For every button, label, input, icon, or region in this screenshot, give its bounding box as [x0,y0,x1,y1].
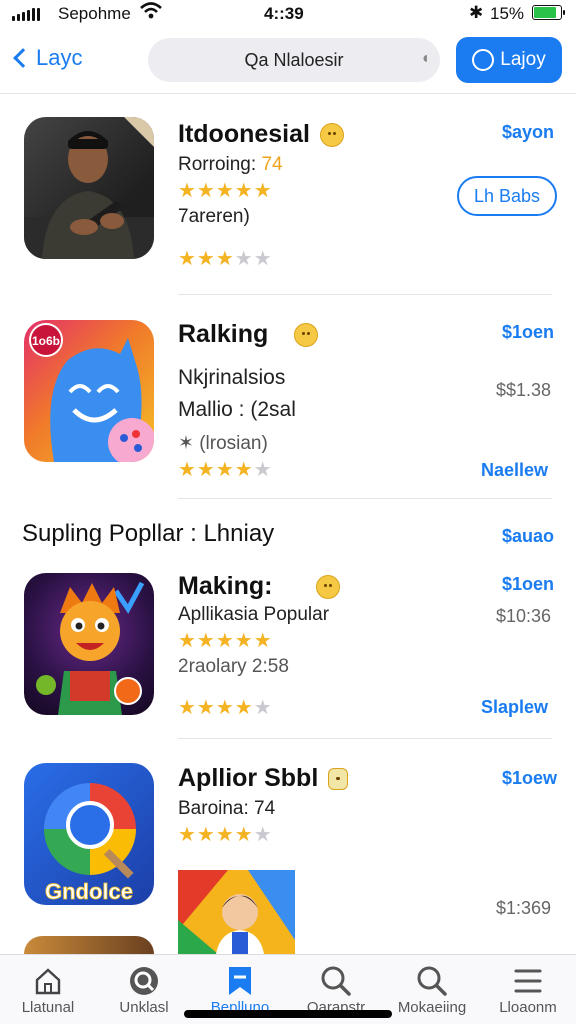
search-icon [288,963,384,999]
search-text: Qa Nlaloesir [244,49,344,70]
battery-icon [532,5,565,20]
app-link[interactable]: $1oew [502,768,557,789]
view-link[interactable]: Slaplew [481,697,548,718]
app-info-line: Baroina: 74 [178,798,276,819]
app-info-line: Apllikasia Popular [178,604,330,625]
smiley-icon [328,768,349,791]
app-price: $10:36 [496,606,552,626]
smiley-icon [294,323,319,348]
app-icon-itdoonesial[interactable] [24,117,154,259]
home-indicator[interactable] [184,1010,392,1018]
search-circle-icon [96,963,192,999]
tab-home[interactable]: Llatunal [0,955,96,1024]
star-rating: ★★★★★ [178,697,273,719]
app-info-line: ✶ (lrosian) [178,433,268,454]
app-name[interactable]: Apllior Sbbl [178,764,349,793]
status-bar: Sepohme 4::39 ✱ 15% [0,0,576,28]
section-link[interactable]: $auao [502,526,554,547]
app-icon-ralking[interactable]: 1o6b [24,320,154,462]
chevron-left-icon [13,48,33,68]
header-action-button[interactable]: Lajoy [456,37,562,83]
tab-label: Llatunal [21,999,75,1016]
microphone-icon[interactable]: ◖ [420,50,430,68]
smiley-icon [319,123,344,148]
star-rating: ★★★★★ [178,248,273,270]
app-price: $$1.38 [496,380,552,400]
bluetooth-icon: ✱ [469,3,484,22]
tab-search-2[interactable]: Mokaeiing [384,955,480,1024]
promo-image[interactable] [178,870,295,954]
app-info-line: 2raolary 2:58 [178,656,289,677]
back-label: Layc [36,45,83,70]
divider [178,738,552,739]
app-info-line: Nkjrinalsios [178,366,286,389]
tab-menu[interactable]: Lloaonm [480,955,576,1024]
tab-label: Unklasl [119,999,169,1016]
circle-icon [472,49,495,71]
divider [178,294,552,295]
battery-percent: 15% [490,4,525,23]
app-info-line: 7areren) [178,206,250,227]
search-field[interactable]: Qa Nlaloesir ◖ [148,38,440,82]
navigation-bar: Layc Qa Nlaloesir ◖ Lajoy [0,30,576,94]
star-rating: ★★★★★ [178,180,273,202]
app-price: $1:369 [496,898,552,918]
back-button[interactable]: Layc [8,38,82,78]
signal-icon [12,8,40,21]
app-info-line: Rorroing: 74 [178,154,283,175]
wifi-icon [140,2,162,25]
star-rating: ★★★★★ [178,459,273,481]
app-info-line: Mallio : (2sal [178,398,296,421]
app-link[interactable]: $1oen [502,322,554,343]
smiley-icon [316,575,341,600]
section-title: Supling Popllar : Lhniay [22,520,275,547]
app-name[interactable]: Itdoonesial [178,120,344,149]
tab-label: Mokaeiing [397,999,467,1016]
header-action-label: Lajoy [500,49,546,70]
menu-icon [480,963,576,999]
search-icon [384,963,480,999]
app-name[interactable]: Making: [178,572,341,601]
star-rating: ★★★★★ [178,630,273,652]
tab-label: Lloaonm [499,999,557,1016]
get-button[interactable]: Lh Babs [457,176,557,216]
icon-badge: 1o6b [32,334,60,348]
star-rating: ★★★★★ [178,824,273,846]
app-icon-making[interactable] [24,573,154,715]
home-icon [0,963,96,999]
app-link[interactable]: $ayon [502,122,554,143]
divider [178,498,552,499]
bookmark-icon [192,963,288,999]
app-link[interactable]: $1oen [502,574,554,595]
view-link[interactable]: Naellew [481,460,548,481]
icon-text: Gndolce [45,879,133,904]
app-icon-next[interactable] [24,936,154,954]
app-name[interactable]: Ralking [178,320,319,349]
carrier-name: Sepohme [58,4,131,23]
tab-search-circle[interactable]: Unklasl [96,955,192,1024]
app-icon-apllior[interactable]: Gndolce [24,763,154,905]
star-outline-icon: ✶ [178,433,200,454]
clock: 4::39 [264,4,304,23]
